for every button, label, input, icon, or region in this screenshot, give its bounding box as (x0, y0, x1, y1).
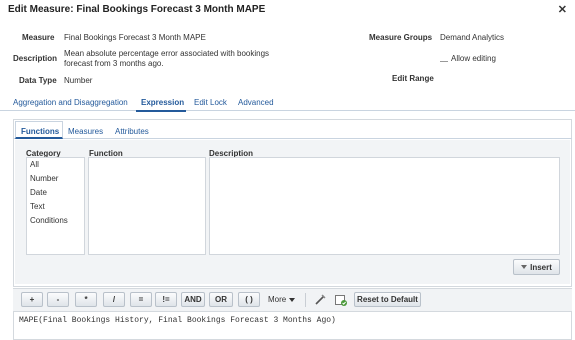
description-label: Description (13, 54, 58, 63)
tab-expression[interactable]: Expression (141, 98, 184, 107)
operator-minus-button[interactable]: - (47, 292, 69, 307)
category-item-text[interactable]: Text (30, 202, 45, 211)
operator-plus-button[interactable]: + (21, 292, 43, 307)
operator-parentheses-button[interactable]: ( ) (238, 292, 260, 307)
subtab-functions[interactable]: Functions (21, 127, 59, 136)
insert-button-label: Insert (530, 262, 552, 272)
measure-groups-label: Measure Groups (369, 33, 433, 42)
allow-editing-row[interactable]: Allow editing (440, 54, 496, 64)
category-item-date[interactable]: Date (30, 188, 47, 197)
validate-icon[interactable] (334, 292, 348, 307)
measure-value: Final Bookings Forecast 3 Month MAPE (64, 33, 206, 42)
tab-advanced[interactable]: Advanced (238, 98, 274, 107)
more-menu[interactable]: More (268, 295, 296, 304)
measure-groups-value: Demand Analytics (440, 33, 505, 42)
dialog-title: Edit Measure: Final Bookings Forecast 3 … (8, 4, 266, 15)
active-tab-indicator (136, 110, 186, 112)
edit-range-label: Edit Range (392, 74, 434, 83)
category-item-conditions[interactable]: Conditions (30, 216, 68, 225)
description-value-line1: Mean absolute percentage error associate… (64, 49, 270, 58)
clear-icon[interactable] (313, 292, 327, 307)
operator-not-equals-button[interactable]: != (155, 292, 177, 307)
tab-edit-lock[interactable]: Edit Lock (194, 98, 227, 107)
operator-and-button[interactable]: AND (181, 292, 205, 307)
chevron-down-icon (289, 297, 296, 302)
category-item-all[interactable]: All (30, 160, 39, 169)
expression-editor[interactable]: MAPE(Final Bookings History, Final Booki… (13, 312, 572, 340)
operator-divide-button[interactable]: / (103, 292, 125, 307)
tab-aggregation-and-disaggregation[interactable]: Aggregation and Disaggregation (13, 98, 128, 107)
reset-to-default-button[interactable]: Reset to Default (354, 292, 421, 307)
description-value-line2: forecast from 3 months ago. (64, 59, 164, 68)
insert-button[interactable]: Insert (513, 259, 560, 275)
chevron-down-icon (521, 265, 528, 269)
measure-label: Measure (22, 33, 55, 42)
allow-editing-label[interactable]: Allow editing (451, 54, 496, 64)
description-box (209, 157, 560, 255)
operator-or-button[interactable]: OR (209, 292, 233, 307)
operator-equals-button[interactable]: = (130, 292, 152, 307)
operator-multiply-button[interactable]: * (75, 292, 97, 307)
allow-editing-checkbox[interactable] (440, 57, 448, 62)
subtab-attributes[interactable]: Attributes (115, 127, 149, 136)
close-icon[interactable]: ✕ (558, 3, 567, 16)
subtab-measures[interactable]: Measures (68, 127, 103, 136)
more-label: More (268, 295, 287, 304)
data-type-value: Number (64, 76, 93, 85)
data-type-label: Data Type (19, 76, 57, 85)
toolbar-divider (305, 293, 306, 307)
function-list[interactable] (88, 157, 206, 255)
category-item-number[interactable]: Number (30, 174, 58, 183)
